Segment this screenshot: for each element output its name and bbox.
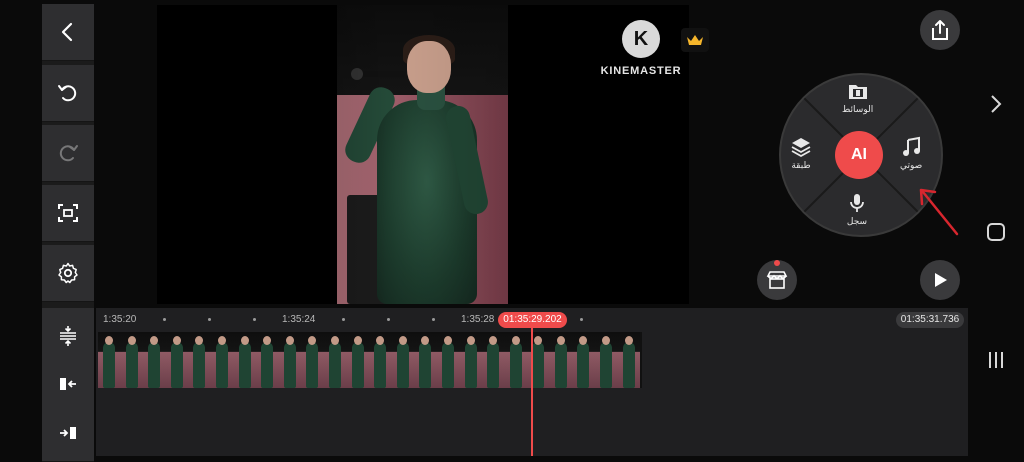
ruler-label: 1:35:20 bbox=[103, 314, 137, 325]
microphone-icon bbox=[850, 194, 864, 212]
logo-letter: K bbox=[633, 27, 649, 50]
crown-icon bbox=[687, 35, 703, 45]
settings-button[interactable] bbox=[42, 245, 94, 302]
nav-forward-button[interactable] bbox=[984, 92, 1008, 116]
store-icon bbox=[766, 271, 788, 289]
share-icon bbox=[932, 20, 948, 40]
layer-menu-item[interactable]: طبقة bbox=[790, 136, 812, 171]
clip-thumbnail bbox=[233, 332, 257, 388]
fullscreen-button[interactable] bbox=[42, 185, 94, 242]
premium-crown-button[interactable] bbox=[681, 28, 709, 52]
media-menu-item[interactable]: الوسائط bbox=[842, 80, 873, 115]
phone-bezel bbox=[0, 0, 40, 461]
notification-dot bbox=[774, 260, 780, 266]
ruler-tick bbox=[387, 318, 390, 321]
ruler-tick bbox=[208, 318, 211, 321]
ruler-tick bbox=[342, 318, 345, 321]
redo-button[interactable] bbox=[42, 125, 94, 182]
media-label: الوسائط bbox=[842, 104, 874, 114]
clip-thumbnail bbox=[301, 332, 324, 388]
clip-thumbnail bbox=[188, 332, 211, 388]
clip-thumbnail bbox=[143, 332, 166, 388]
ruler-label: 1:35:24 bbox=[282, 314, 316, 325]
undo-button[interactable] bbox=[42, 65, 94, 122]
jump-to-end-button[interactable] bbox=[42, 405, 94, 462]
video-preview[interactable] bbox=[157, 5, 689, 304]
export-button[interactable] bbox=[920, 10, 960, 50]
clip-thumbnail bbox=[346, 332, 370, 388]
record-label: سجل bbox=[846, 216, 868, 226]
audio-menu-item[interactable]: صوتي bbox=[900, 136, 922, 171]
asset-store-button[interactable] bbox=[757, 260, 797, 300]
ruler-tick bbox=[163, 318, 166, 321]
chevron-right-icon bbox=[991, 95, 1002, 113]
music-note-icon bbox=[903, 136, 921, 156]
play-button[interactable] bbox=[920, 260, 960, 300]
jump-start-icon bbox=[60, 378, 76, 390]
recents-icon bbox=[989, 352, 1003, 368]
clip-thumbnail bbox=[414, 332, 437, 388]
clip-thumbnail bbox=[549, 332, 573, 388]
clip-thumbnail bbox=[256, 332, 279, 388]
clip-thumbnail bbox=[617, 332, 641, 388]
nav-home-button[interactable] bbox=[984, 220, 1008, 244]
clip-thumbnail bbox=[504, 332, 528, 388]
clip-thumbnail bbox=[459, 332, 483, 388]
back-button[interactable] bbox=[42, 4, 94, 61]
audio-label: صوتي bbox=[900, 160, 923, 170]
clip-thumbnail bbox=[323, 332, 347, 388]
watermark-text: KINEMASTER bbox=[600, 65, 682, 77]
clip-thumbnail bbox=[572, 332, 596, 388]
undo-icon bbox=[58, 85, 77, 102]
playhead[interactable] bbox=[531, 326, 533, 456]
clip-thumbnail bbox=[595, 332, 618, 388]
clip-thumbnail bbox=[482, 332, 505, 388]
video-clip-track[interactable] bbox=[98, 332, 642, 388]
ruler-tick bbox=[580, 318, 583, 321]
gear-icon bbox=[58, 262, 78, 284]
preview-frame-image bbox=[337, 5, 508, 304]
ruler-tick bbox=[253, 318, 256, 321]
kinemaster-editor: K KINEMASTER الوسائط صوتي سجل طبقة AI 1:… bbox=[0, 0, 1024, 462]
clip-thumbnail bbox=[278, 332, 302, 388]
ai-label: AI bbox=[851, 146, 867, 163]
ruler-label: 1:35:28 bbox=[461, 314, 495, 325]
expand-tracks-icon bbox=[60, 326, 76, 346]
clip-thumbnail bbox=[436, 332, 460, 388]
annotation-arrow-icon bbox=[919, 188, 959, 236]
clip-thumbnail bbox=[98, 332, 121, 388]
redo-icon bbox=[59, 145, 78, 162]
jump-end-icon bbox=[60, 427, 76, 439]
nav-recents-button[interactable] bbox=[984, 348, 1008, 372]
total-duration: 01:35:31.736 bbox=[896, 312, 964, 328]
layers-icon bbox=[791, 138, 811, 158]
clip-thumbnail bbox=[369, 332, 392, 388]
ai-center-button[interactable]: AI bbox=[835, 131, 883, 179]
kinemaster-logo: K bbox=[622, 20, 660, 58]
film-folder-icon bbox=[848, 85, 867, 99]
clip-thumbnail bbox=[165, 332, 189, 388]
layer-label: طبقة bbox=[791, 160, 811, 170]
clip-thumbnail bbox=[391, 332, 415, 388]
home-square-icon bbox=[987, 223, 1005, 241]
chevron-left-icon bbox=[61, 22, 73, 42]
play-icon bbox=[935, 273, 947, 287]
record-menu-item[interactable]: سجل bbox=[846, 192, 868, 227]
ruler-tick bbox=[432, 318, 435, 321]
clip-thumbnail bbox=[120, 332, 144, 388]
fullscreen-icon bbox=[58, 204, 78, 222]
clip-thumbnail bbox=[210, 332, 234, 388]
